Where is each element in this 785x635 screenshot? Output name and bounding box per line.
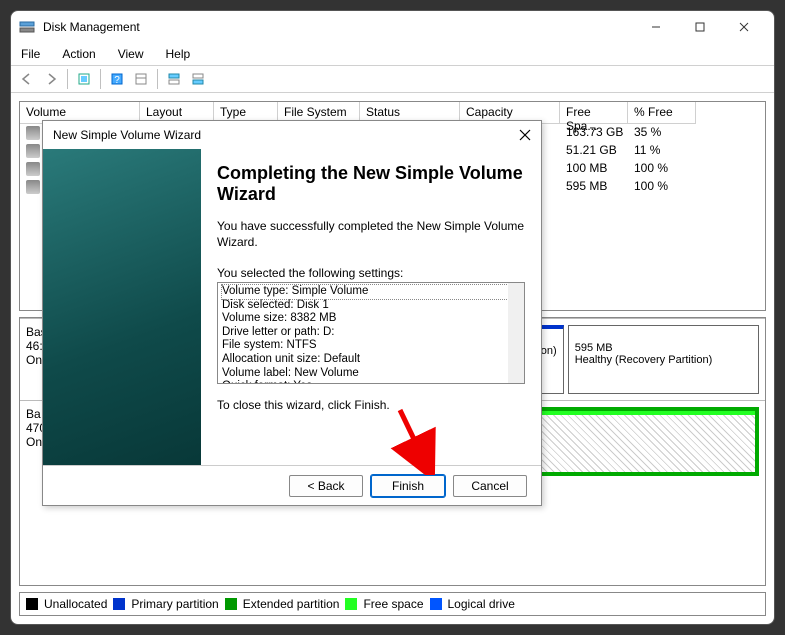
- svg-text:?: ?: [114, 75, 120, 86]
- minimize-button[interactable]: [634, 13, 678, 41]
- refresh-icon[interactable]: [72, 68, 96, 90]
- legend-free: Free space: [363, 597, 423, 611]
- menu-action[interactable]: Action: [58, 45, 99, 63]
- legend: Unallocated Primary partition Extended p…: [19, 592, 766, 616]
- menu-help[interactable]: Help: [162, 45, 195, 63]
- setting-line: Volume type: Simple Volume: [222, 285, 520, 299]
- legend-unallocated-swatch: [26, 598, 38, 610]
- maximize-button[interactable]: [678, 13, 722, 41]
- menubar: File Action View Help: [11, 43, 774, 65]
- legend-logical-swatch: [430, 598, 442, 610]
- cancel-button[interactable]: Cancel: [453, 475, 527, 497]
- wizard-main: Completing the New Simple Volume Wizard …: [201, 149, 541, 465]
- col-pctfree[interactable]: % Free: [628, 102, 696, 124]
- wizard-success-text: You have successfully completed the New …: [217, 219, 525, 250]
- setting-line: File system: NTFS: [222, 339, 520, 353]
- wizard-close-icon[interactable]: [519, 129, 531, 141]
- back-icon[interactable]: [15, 68, 39, 90]
- list-bottom-icon[interactable]: [186, 68, 210, 90]
- setting-line: Drive letter or path: D:: [222, 326, 520, 340]
- setting-line: Volume size: 8382 MB: [222, 312, 520, 326]
- wizard-titlebar[interactable]: New Simple Volume Wizard: [43, 121, 541, 149]
- back-button[interactable]: < Back: [289, 475, 363, 497]
- wizard-selected-label: You selected the following settings:: [217, 266, 525, 280]
- wizard-sidebar-image: [43, 149, 201, 465]
- titlebar[interactable]: Disk Management: [11, 11, 774, 43]
- drive-icon: [26, 162, 40, 176]
- legend-extended-swatch: [225, 598, 237, 610]
- legend-primary-swatch: [113, 598, 125, 610]
- setting-line: Volume label: New Volume: [222, 367, 520, 381]
- wizard-buttons: < Back Finish Cancel: [43, 465, 541, 505]
- legend-free-swatch: [345, 598, 357, 610]
- wizard-title: New Simple Volume Wizard: [53, 128, 519, 142]
- toolbar: ?: [11, 65, 774, 93]
- forward-icon[interactable]: [39, 68, 63, 90]
- drive-icon: [26, 180, 40, 194]
- new-simple-volume-wizard: New Simple Volume Wizard Completing the …: [42, 120, 542, 506]
- menu-file[interactable]: File: [17, 45, 44, 63]
- window-title: Disk Management: [43, 20, 634, 34]
- setting-line: Disk selected: Disk 1: [222, 299, 520, 313]
- setting-line: Allocation unit size: Default: [222, 353, 520, 367]
- setting-line: Quick format: Yes: [222, 380, 520, 384]
- legend-extended: Extended partition: [243, 597, 340, 611]
- disk-0-partition-recovery[interactable]: 595 MB Healthy (Recovery Partition): [568, 325, 759, 394]
- wizard-settings-list[interactable]: Volume type: Simple Volume Disk selected…: [217, 282, 525, 384]
- help-icon[interactable]: ?: [105, 68, 129, 90]
- list-top-icon[interactable]: [162, 68, 186, 90]
- wizard-heading: Completing the New Simple Volume Wizard: [217, 163, 525, 205]
- wizard-close-text: To close this wizard, click Finish.: [217, 398, 525, 412]
- legend-primary: Primary partition: [131, 597, 218, 611]
- app-icon: [19, 19, 35, 35]
- drive-icon: [26, 144, 40, 158]
- legend-unallocated: Unallocated: [44, 597, 107, 611]
- legend-logical: Logical drive: [448, 597, 515, 611]
- col-freespace[interactable]: Free Spa...: [560, 102, 628, 124]
- finish-button[interactable]: Finish: [371, 475, 445, 497]
- wizard-list-scrollbar[interactable]: [508, 283, 524, 383]
- drive-icon: [26, 126, 40, 140]
- action-icon[interactable]: [129, 68, 153, 90]
- menu-view[interactable]: View: [114, 45, 148, 63]
- close-button[interactable]: [722, 13, 766, 41]
